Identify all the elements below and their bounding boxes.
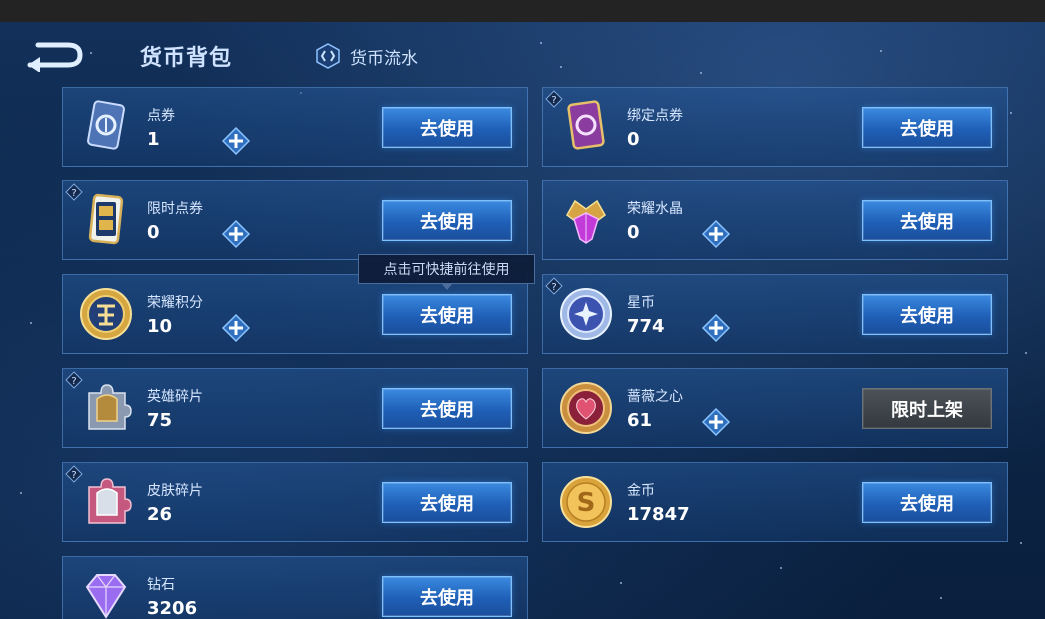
currency-card-limited-coupon: ? 限时点券 0 去使用 bbox=[62, 180, 528, 260]
currency-amount: 26 bbox=[147, 504, 173, 525]
gold-coin-icon: S bbox=[560, 476, 612, 528]
currency-card-star-coin: ? 星币 774 去使用 bbox=[542, 274, 1008, 354]
currency-card-rose-heart: 蔷薇之心 61 限时上架 bbox=[542, 368, 1008, 448]
svg-text:S: S bbox=[577, 488, 596, 518]
currency-card-skin-fragment: ? 皮肤碎片 26 去使用 bbox=[62, 462, 528, 542]
add-icon[interactable] bbox=[221, 126, 251, 156]
currency-amount: 0 bbox=[147, 222, 160, 243]
currency-name: 英雄碎片 bbox=[147, 389, 203, 405]
currency-name: 绑定点券 bbox=[627, 108, 683, 124]
currency-name: 金币 bbox=[627, 483, 655, 499]
limited-coupon-icon bbox=[88, 193, 124, 245]
currency-amount: 75 bbox=[147, 410, 173, 431]
currency-name: 荣耀积分 bbox=[147, 295, 203, 311]
currency-name: 蔷薇之心 bbox=[627, 389, 683, 405]
coupon-icon bbox=[87, 100, 125, 150]
back-button[interactable] bbox=[24, 36, 84, 73]
currency-card-coupon: 点券 1 去使用 bbox=[62, 87, 528, 167]
use-button[interactable]: 去使用 bbox=[382, 294, 512, 335]
currency-amount: 1 bbox=[147, 129, 160, 150]
star-coin-icon bbox=[560, 288, 612, 340]
use-button[interactable]: 去使用 bbox=[382, 576, 512, 617]
add-icon[interactable] bbox=[221, 219, 251, 249]
use-button[interactable]: 去使用 bbox=[862, 294, 992, 335]
currency-card-diamond: 钻石 3206 去使用 bbox=[62, 556, 528, 619]
use-button[interactable]: 去使用 bbox=[382, 107, 512, 148]
add-icon[interactable] bbox=[701, 313, 731, 343]
add-icon[interactable] bbox=[701, 219, 731, 249]
svg-text:?: ? bbox=[71, 188, 76, 199]
currency-amount: 10 bbox=[147, 316, 173, 337]
svg-text:?: ? bbox=[71, 376, 76, 387]
currency-flow-label: 货币流水 bbox=[350, 48, 418, 69]
currency-flow-icon bbox=[316, 43, 340, 69]
currency-name: 钻石 bbox=[147, 577, 175, 593]
svg-text:?: ? bbox=[551, 95, 556, 106]
currency-amount: 61 bbox=[627, 410, 653, 431]
currency-card-glory-crystal: 荣耀水晶 0 去使用 bbox=[542, 180, 1008, 260]
currency-amount: 0 bbox=[627, 222, 640, 243]
add-icon[interactable] bbox=[221, 313, 251, 343]
use-button[interactable]: 去使用 bbox=[382, 482, 512, 523]
use-button[interactable]: 去使用 bbox=[382, 388, 512, 429]
currency-backpack-screen: 货币背包 货币流水 点券 1 去使用 ? 绑定点券 0 去使用 ? 限时点券 0… bbox=[0, 22, 1045, 619]
glory-points-icon bbox=[80, 288, 132, 340]
currency-name: 荣耀水晶 bbox=[627, 201, 683, 217]
page-title: 货币背包 bbox=[140, 46, 233, 71]
currency-amount: 17847 bbox=[627, 504, 690, 525]
currency-amount: 774 bbox=[627, 316, 665, 337]
use-button[interactable]: 去使用 bbox=[862, 200, 992, 241]
currency-name: 皮肤碎片 bbox=[147, 483, 203, 499]
limited-release-button[interactable]: 限时上架 bbox=[862, 388, 992, 429]
glory-crystal-icon bbox=[566, 199, 606, 244]
svg-text:?: ? bbox=[551, 282, 556, 293]
diamond-icon bbox=[85, 574, 127, 619]
currency-amount: 0 bbox=[627, 129, 640, 150]
currency-flow-link[interactable]: 货币流水 bbox=[316, 42, 418, 70]
use-button[interactable]: 去使用 bbox=[382, 200, 512, 241]
currency-card-glory-points: 荣耀积分 10 去使用 bbox=[62, 274, 528, 354]
currency-card-gold-coin: S 金币 17847 去使用 bbox=[542, 462, 1008, 542]
currency-amount: 3206 bbox=[147, 598, 198, 619]
back-arrow-icon bbox=[27, 42, 83, 73]
add-icon[interactable] bbox=[701, 407, 731, 437]
svg-text:?: ? bbox=[71, 470, 76, 481]
rose-heart-icon bbox=[560, 382, 612, 434]
top-status-bar bbox=[0, 0, 1045, 22]
currency-name: 限时点券 bbox=[147, 201, 203, 217]
bound-coupon-icon bbox=[567, 100, 605, 150]
use-button[interactable]: 去使用 bbox=[862, 482, 992, 523]
currency-card-bound-coupon: ? 绑定点券 0 去使用 bbox=[542, 87, 1008, 167]
currency-name: 星币 bbox=[627, 295, 655, 311]
use-button[interactable]: 去使用 bbox=[862, 107, 992, 148]
skin-fragment-icon bbox=[88, 478, 132, 524]
currency-card-hero-fragment: ? 英雄碎片 75 去使用 bbox=[62, 368, 528, 448]
currency-name: 点券 bbox=[147, 108, 175, 124]
hero-fragment-icon bbox=[88, 384, 132, 430]
quick-use-tooltip: 点击可快捷前往使用 bbox=[358, 254, 535, 290]
